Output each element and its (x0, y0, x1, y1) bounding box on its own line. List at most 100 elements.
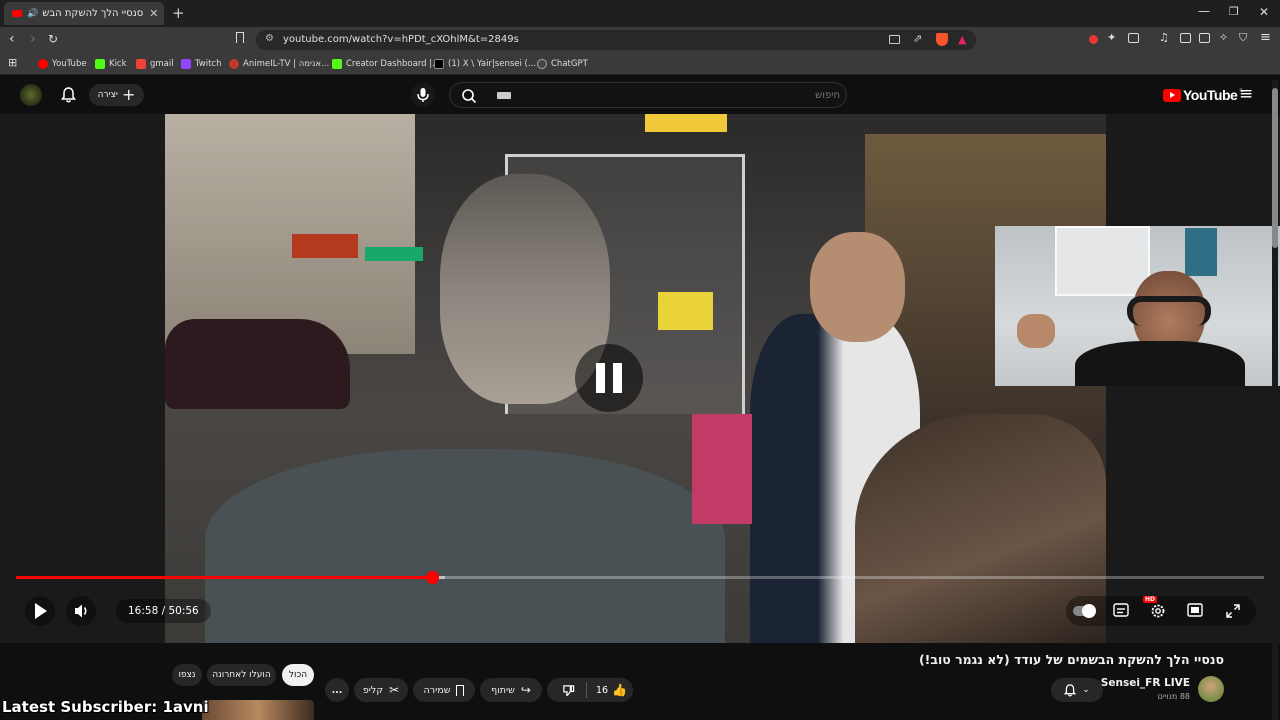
miniplayer-icon[interactable] (1187, 603, 1203, 617)
music-icon[interactable]: ♫ (1159, 31, 1169, 44)
shop-sign (292, 234, 358, 258)
chip-all[interactable]: הכול (282, 664, 314, 686)
time-text: 16:58 / 50:56 (128, 605, 199, 617)
ai-icon[interactable]: ✧ (1219, 31, 1228, 44)
chip-watched[interactable]: נצפו (172, 664, 202, 686)
back-icon[interactable]: ‹ (9, 31, 15, 47)
new-tab-button[interactable]: + (172, 4, 185, 22)
brave-shields-icon[interactable] (936, 33, 948, 46)
brave-rewards-icon[interactable]: ▲ (958, 33, 966, 46)
youtube-logo[interactable]: YouTube IL (1163, 87, 1244, 103)
keyboard-icon[interactable] (497, 92, 511, 99)
person-center-body (205, 449, 725, 643)
shield-icon[interactable]: ⛉ (1239, 31, 1247, 45)
minimize-button[interactable]: — (1198, 4, 1210, 18)
apps-icon[interactable]: ⊞ (8, 56, 17, 69)
subscribe-notifications-button[interactable]: ⌄ (1051, 678, 1103, 702)
bookmark-x[interactable]: (1) X \ Yair|sensei (... (434, 57, 536, 71)
like-count: 16 (595, 684, 609, 696)
sidebar-icon[interactable] (1180, 33, 1191, 43)
create-button[interactable]: יצירה + (89, 84, 144, 106)
gmail-favicon-icon (136, 59, 146, 69)
kick-favicon-icon (95, 59, 105, 69)
reload-icon[interactable]: ↻ (48, 32, 58, 46)
yellow-sign (658, 292, 713, 330)
progress-scrubber[interactable] (426, 571, 439, 584)
bookmark-label: Twitch (195, 59, 222, 69)
page-scrollbar[interactable] (1272, 80, 1278, 720)
thumbs-up-icon: 👍 (612, 683, 628, 697)
like-button[interactable]: 16 👍 (590, 678, 633, 702)
youtube-wordmark: YouTube (1183, 87, 1238, 103)
browser-tab[interactable]: 🔊 סנסיי הלך להשקת הבשמים ש... ✕ (4, 2, 164, 25)
bookmark-youtube[interactable]: YouTube (38, 57, 87, 71)
bookmark-gmail[interactable]: gmail (136, 57, 174, 71)
recommended-video-thumbnail[interactable] (202, 700, 314, 720)
tab-close-icon[interactable]: ✕ (149, 7, 158, 20)
search-icon[interactable] (461, 88, 477, 104)
share-button[interactable]: שיתוף ↪ (480, 678, 542, 702)
webcam-overlay (995, 226, 1280, 386)
guide-menu-icon[interactable]: ≡ (1239, 84, 1253, 104)
channel-avatar[interactable] (1198, 676, 1224, 702)
bookmark-creator-dashboard[interactable]: Creator Dashboard |... (332, 57, 440, 71)
share-icon[interactable]: ⇗ (913, 32, 922, 45)
bookmarks-bar: ⊞ YouTube Kick gmail Twitch AnimeIL-TV |… (0, 52, 1280, 75)
progress-fill (16, 576, 432, 579)
pill-divider (586, 682, 587, 698)
youtube-favicon-icon (12, 10, 22, 17)
play-button[interactable] (25, 596, 55, 626)
bookmark-label: (1) X \ Yair|sensei (... (448, 59, 536, 69)
progress-track[interactable] (16, 571, 1264, 584)
video-title: סנסיי הלך להשקת הבשמים של עודד (לא נגמר … (918, 652, 1224, 667)
notifications-bell-icon[interactable] (61, 87, 76, 103)
clip-button[interactable]: קליפ ✂ (354, 678, 408, 702)
bookmark-animeil[interactable]: AnimeIL-TV | אנימה... (229, 57, 329, 71)
wallet-icon[interactable] (1199, 33, 1210, 43)
close-window-button[interactable]: ✕ (1259, 5, 1269, 19)
record-extension-icon[interactable] (1089, 35, 1098, 44)
screenshot-icon[interactable] (1128, 33, 1139, 43)
settings-gear-icon[interactable] (1150, 603, 1166, 619)
dislike-button[interactable] (552, 678, 584, 702)
forward-icon[interactable]: › (30, 31, 36, 47)
video-player[interactable]: 16:58 / 50:56 HD (0, 114, 1280, 643)
extensions-icon[interactable]: ✦ (1107, 31, 1116, 44)
bookmark-label: gmail (150, 59, 174, 69)
bookmark-kick[interactable]: Kick (95, 57, 127, 71)
save-button[interactable]: שמירה (413, 678, 475, 702)
search-input[interactable] (520, 86, 840, 104)
audio-playing-icon[interactable]: 🔊 (27, 9, 38, 19)
thumbs-down-icon (562, 684, 574, 696)
bookmark-twitch[interactable]: Twitch (181, 57, 222, 71)
pause-indicator[interactable] (575, 344, 643, 412)
avatar[interactable] (20, 84, 42, 106)
streamer-shirt (1075, 341, 1245, 386)
fullscreen-icon[interactable] (1225, 603, 1241, 619)
site-info-icon[interactable]: ⚙ (265, 33, 274, 44)
scrollbar-thumb[interactable] (1272, 88, 1278, 248)
chevron-down-icon: ⌄ (1082, 685, 1090, 695)
browser-tab-bar: 🔊 סנסיי הלך להשקת הבשמים ש... ✕ + — ❐ ✕ (0, 0, 1280, 27)
twitch-favicon-icon (181, 59, 191, 69)
restore-button[interactable]: ❐ (1229, 5, 1239, 18)
search-box[interactable] (449, 82, 847, 108)
install-app-icon[interactable] (889, 35, 900, 44)
channel-name[interactable]: Sensei_FR LIVE (1101, 677, 1190, 689)
voice-search-button[interactable] (411, 83, 435, 107)
address-bar[interactable]: ⚙ youtube.com/watch?v=hPDt_cXOhlM&t=2849… (256, 30, 976, 50)
share-label: שיתוף (491, 684, 515, 696)
yellow-sign-top (645, 114, 727, 132)
chip-label: נצפו (178, 670, 196, 680)
volume-button[interactable] (66, 596, 96, 626)
menu-icon[interactable]: ≡ (1260, 30, 1271, 45)
bookmark-page-icon[interactable] (236, 32, 244, 43)
x-favicon-icon (434, 59, 444, 69)
youtube-favicon-icon (38, 59, 48, 69)
more-actions-button[interactable]: ... (325, 678, 349, 702)
bookmark-chatgpt[interactable]: ChatGPT (537, 57, 588, 71)
bookmark-label: YouTube (52, 59, 87, 69)
autoplay-toggle[interactable] (1073, 604, 1096, 618)
chip-recently-uploaded[interactable]: הועלו לאחרונה (207, 664, 276, 686)
subtitles-icon[interactable] (1113, 603, 1129, 617)
